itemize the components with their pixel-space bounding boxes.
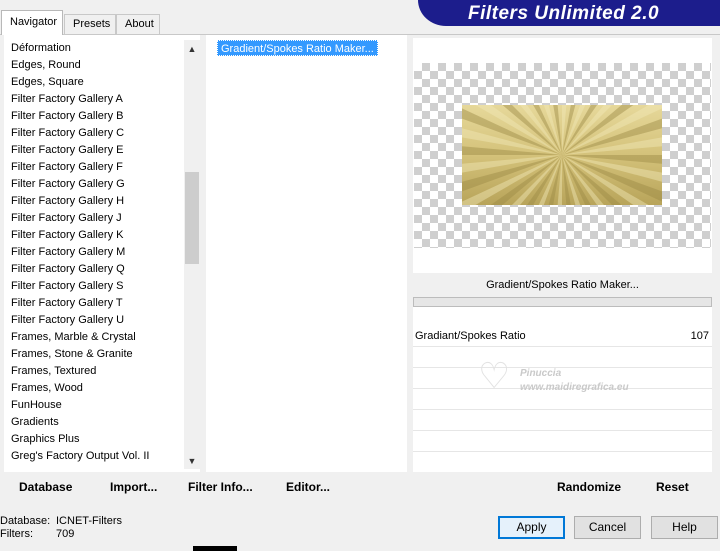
divider bbox=[413, 35, 712, 38]
filter-list[interactable]: Gradient/Spokes Ratio Maker... bbox=[206, 38, 406, 469]
tab-presets[interactable]: Presets bbox=[64, 14, 116, 34]
category-item[interactable]: Frames, Marble & Crystal bbox=[4, 329, 184, 346]
heart-icon: ♡ bbox=[478, 355, 511, 396]
category-item[interactable]: Edges, Square bbox=[4, 74, 184, 91]
randomize-button[interactable]: Randomize bbox=[557, 480, 621, 494]
preview-area bbox=[414, 63, 711, 248]
divider bbox=[712, 35, 720, 472]
param-row-empty bbox=[413, 410, 712, 431]
tab-about-label: About bbox=[125, 18, 154, 30]
watermark-url: www.maidiregrafica.eu bbox=[520, 382, 629, 393]
tab-navigator-label: Navigator bbox=[10, 16, 58, 28]
category-item[interactable]: Filter Factory Gallery K bbox=[4, 227, 184, 244]
scroll-thumb[interactable] bbox=[185, 172, 199, 264]
category-item[interactable]: Filter Factory Gallery C bbox=[4, 125, 184, 142]
reset-button[interactable]: Reset bbox=[656, 480, 689, 494]
category-item[interactable]: Filter Factory Gallery E bbox=[4, 142, 184, 159]
param-row-empty bbox=[413, 347, 712, 368]
scroll-up-icon[interactable]: ▲ bbox=[184, 41, 200, 57]
filter-item-selected[interactable]: Gradient/Spokes Ratio Maker... bbox=[217, 40, 378, 56]
category-item[interactable]: Graphics Plus bbox=[4, 431, 184, 448]
category-item[interactable]: Frames, Stone & Granite bbox=[4, 346, 184, 363]
param-value[interactable]: 107 bbox=[691, 330, 709, 342]
watermark-name: Pinuccia bbox=[520, 368, 562, 379]
category-item[interactable]: Déformation bbox=[4, 40, 184, 57]
tab-about[interactable]: About bbox=[116, 14, 160, 34]
spokes-preview-image bbox=[462, 105, 662, 205]
cancel-button[interactable]: Cancel bbox=[574, 516, 641, 539]
category-item[interactable]: Frames, Textured bbox=[4, 363, 184, 380]
category-item[interactable]: Filter Factory Gallery G bbox=[4, 176, 184, 193]
category-item[interactable]: Filter Factory Gallery A bbox=[4, 91, 184, 108]
parameter-panel: Gradiant/Spokes Ratio 107 bbox=[413, 326, 712, 468]
progress-bar bbox=[413, 297, 712, 307]
taskbar-fragment bbox=[193, 546, 237, 551]
divider bbox=[413, 250, 712, 273]
param-row-empty bbox=[413, 452, 712, 473]
category-item[interactable]: FunHouse bbox=[4, 397, 184, 414]
apply-button[interactable]: Apply bbox=[498, 516, 565, 539]
right-button-bar: Randomize Reset bbox=[413, 472, 712, 498]
category-list[interactable]: Déformation Edges, Round Edges, Square F… bbox=[4, 40, 184, 469]
app-title: Filters Unlimited 2.0 bbox=[468, 3, 660, 24]
category-item[interactable]: Filter Factory Gallery Q bbox=[4, 261, 184, 278]
title-banner: Filters Unlimited 2.0 bbox=[418, 0, 720, 26]
category-item[interactable]: Filter Factory Gallery H bbox=[4, 193, 184, 210]
category-item[interactable]: Filter Factory Gallery M bbox=[4, 244, 184, 261]
editor-button[interactable]: Editor... bbox=[286, 480, 330, 494]
filters-count-value: 709 bbox=[56, 528, 75, 540]
filter-info-button[interactable]: Filter Info... bbox=[188, 480, 253, 494]
filter-name-bar: Gradient/Spokes Ratio Maker... bbox=[413, 273, 712, 297]
divider bbox=[0, 35, 4, 472]
database-info: Database: ICNET-Filters Filters: 709 bbox=[0, 515, 122, 541]
category-item[interactable]: Filter Factory Gallery F bbox=[4, 159, 184, 176]
category-item[interactable]: Filter Factory Gallery U bbox=[4, 312, 184, 329]
database-button[interactable]: Database bbox=[19, 480, 72, 494]
category-item[interactable]: Edges, Round bbox=[4, 57, 184, 74]
database-value: ICNET-Filters bbox=[56, 515, 122, 527]
help-button[interactable]: Help bbox=[651, 516, 718, 539]
left-button-bar: Database Import... Filter Info... Editor… bbox=[4, 472, 408, 498]
selected-filter-label: Gradient/Spokes Ratio Maker... bbox=[486, 279, 639, 291]
category-scrollbar[interactable]: ▲ ▼ bbox=[184, 40, 200, 469]
param-label: Gradiant/Spokes Ratio bbox=[415, 330, 526, 342]
database-label: Database: bbox=[0, 515, 51, 527]
category-item[interactable]: Filter Factory Gallery B bbox=[4, 108, 184, 125]
divider bbox=[413, 307, 712, 326]
param-row-spokes-ratio[interactable]: Gradiant/Spokes Ratio 107 bbox=[413, 326, 712, 347]
category-item[interactable]: Filter Factory Gallery S bbox=[4, 278, 184, 295]
category-item[interactable]: Frames, Wood bbox=[4, 380, 184, 397]
category-item[interactable]: Filter Factory Gallery J bbox=[4, 210, 184, 227]
category-item[interactable]: Filter Factory Gallery T bbox=[4, 295, 184, 312]
tab-navigator[interactable]: Navigator bbox=[1, 10, 63, 35]
category-item[interactable]: Greg's Factory Output Vol. II bbox=[4, 448, 184, 465]
param-row-empty bbox=[413, 431, 712, 452]
scroll-down-icon[interactable]: ▼ bbox=[184, 453, 200, 469]
category-item[interactable]: Gradients bbox=[4, 414, 184, 431]
filters-count-label: Filters: bbox=[0, 528, 33, 540]
import-button[interactable]: Import... bbox=[110, 480, 157, 494]
tab-presets-label: Presets bbox=[73, 18, 111, 30]
